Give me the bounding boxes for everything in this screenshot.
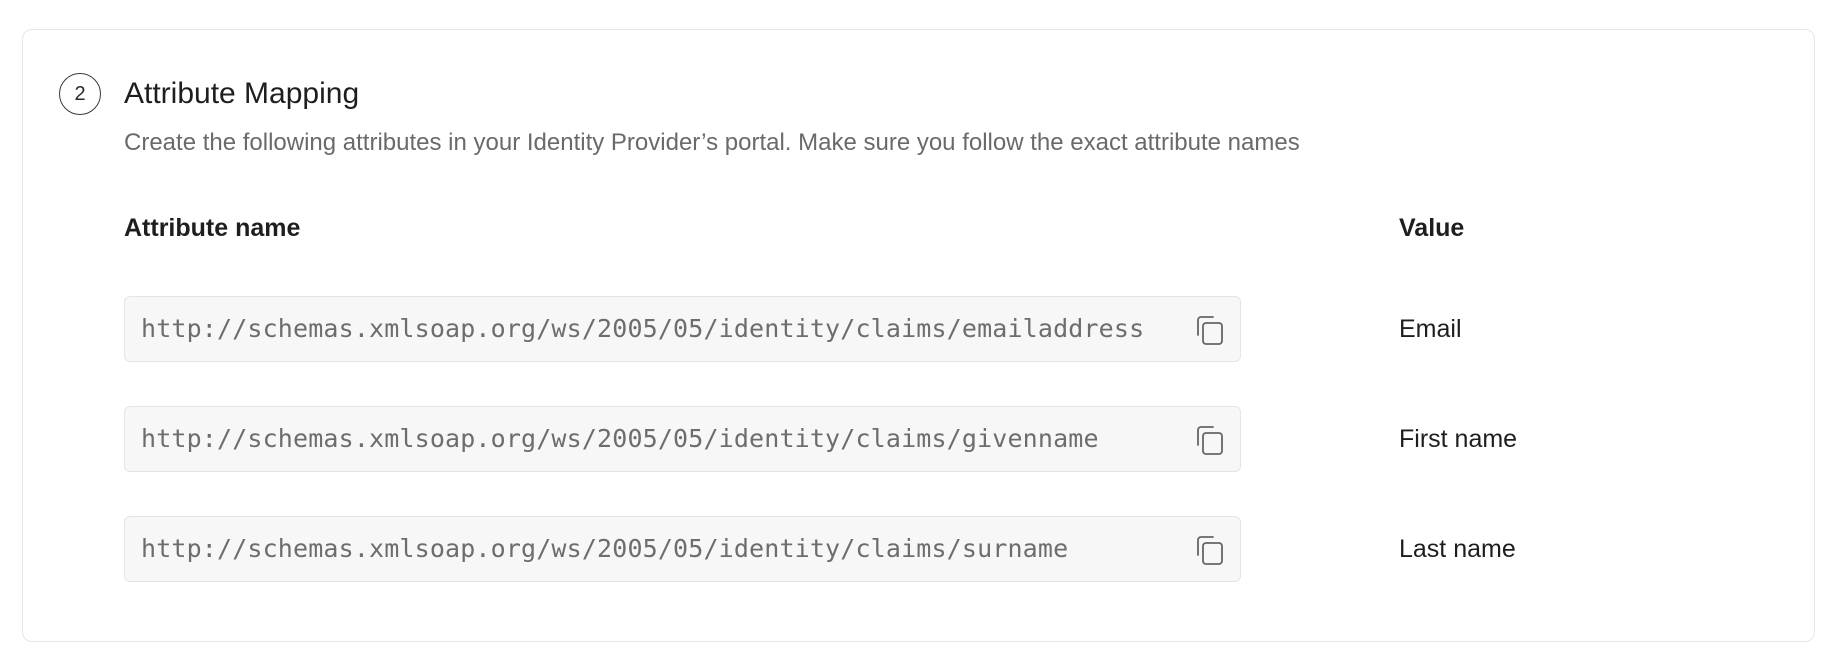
attribute-row-last-name: http://schemas.xmlsoap.org/ws/2005/05/id… — [124, 516, 1840, 582]
copy-icon — [1197, 316, 1223, 345]
section-description: Create the following attributes in your … — [124, 129, 1300, 156]
attribute-field[interactable]: http://schemas.xmlsoap.org/ws/2005/05/id… — [124, 516, 1241, 582]
step-number: 2 — [74, 82, 86, 105]
attribute-value: First name — [1399, 425, 1518, 453]
attribute-name-header: Attribute name — [124, 214, 301, 242]
attribute-field[interactable]: http://schemas.xmlsoap.org/ws/2005/05/id… — [124, 296, 1241, 362]
step-number-badge: 2 — [59, 73, 101, 115]
attribute-row-first-name: http://schemas.xmlsoap.org/ws/2005/05/id… — [124, 406, 1840, 472]
attribute-value: Email — [1399, 315, 1462, 343]
attribute-value: Last name — [1399, 535, 1516, 563]
attribute-uri[interactable]: http://schemas.xmlsoap.org/ws/2005/05/id… — [141, 407, 1099, 471]
attribute-uri[interactable]: http://schemas.xmlsoap.org/ws/2005/05/id… — [141, 297, 1144, 361]
attribute-row-email: http://schemas.xmlsoap.org/ws/2005/05/id… — [124, 296, 1840, 362]
attribute-field[interactable]: http://schemas.xmlsoap.org/ws/2005/05/id… — [124, 406, 1241, 472]
value-header: Value — [1399, 214, 1465, 242]
copy-icon — [1197, 426, 1223, 455]
copy-icon — [1197, 536, 1223, 565]
section-title: Attribute Mapping — [124, 77, 360, 110]
copy-button[interactable] — [1190, 531, 1228, 569]
attribute-uri[interactable]: http://schemas.xmlsoap.org/ws/2005/05/id… — [141, 517, 1068, 581]
copy-button[interactable] — [1190, 421, 1228, 459]
attribute-mapping-card: 2 Attribute Mapping Create the following… — [22, 29, 1815, 642]
copy-button[interactable] — [1190, 311, 1228, 349]
